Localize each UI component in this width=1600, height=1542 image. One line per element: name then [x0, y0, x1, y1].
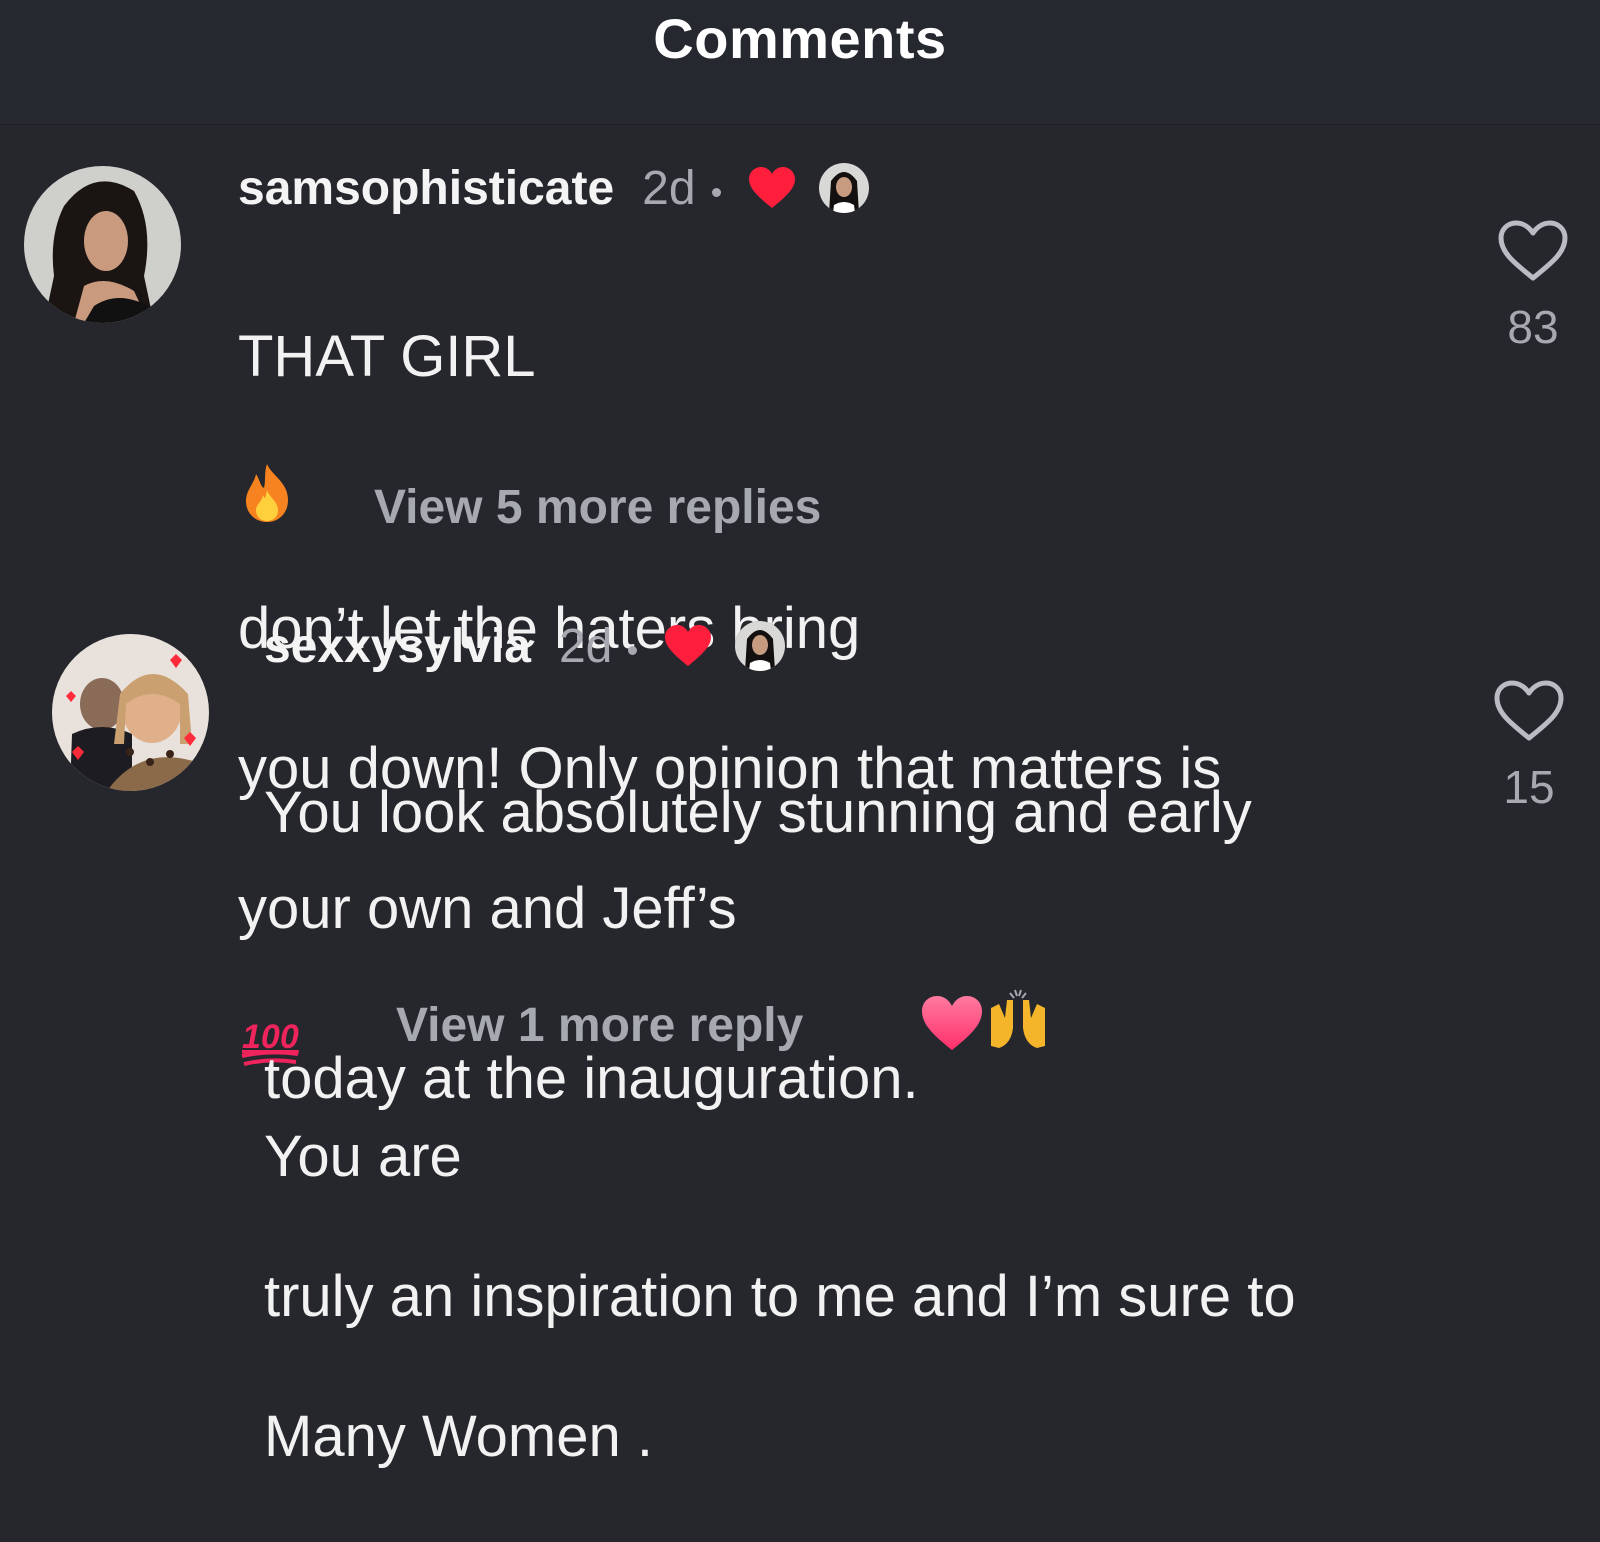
like-count: 15	[1503, 761, 1555, 813]
comment-item: samsophisticate 2d THAT GIRL don’t let t…	[0, 124, 1600, 1066]
author-avatar	[818, 163, 869, 213]
username[interactable]: sexxysylvia	[264, 619, 531, 674]
username[interactable]: samsophisticate	[238, 161, 614, 216]
pink-heart-emoji	[919, 924, 985, 1122]
timestamp: 2d	[558, 619, 613, 673]
avatar[interactable]	[52, 634, 209, 791]
separator-dot	[711, 187, 721, 197]
comment-text-line: You look absolutely stunning and early	[264, 780, 1252, 845]
separator-dot	[628, 645, 638, 655]
like-button[interactable]: 83	[1488, 220, 1578, 354]
comment-meta: sexxysylvia 2d	[264, 618, 786, 674]
heart-outline-icon[interactable]	[1493, 680, 1565, 742]
red-heart-icon	[747, 166, 797, 210]
page-title: Comments	[653, 7, 947, 70]
heart-outline-icon[interactable]	[1497, 220, 1569, 282]
like-button[interactable]: 15	[1484, 680, 1574, 814]
comment-meta: samsophisticate 2d	[238, 160, 869, 216]
comment-text-line: truly an inspiration to me and I’m sure …	[264, 1264, 1296, 1329]
comment-text: You look absolutely stunning and early t…	[264, 708, 1424, 1542]
comment-text-part: THAT GIRL	[238, 324, 536, 389]
author-avatar	[735, 621, 786, 671]
fire-emoji	[238, 392, 296, 594]
avatar[interactable]	[24, 166, 181, 323]
like-count: 83	[1507, 301, 1559, 353]
comment-text-part: You are	[264, 1124, 462, 1189]
comments-header: Comments	[0, 0, 1600, 125]
timestamp: 2d	[642, 161, 696, 215]
comment-item: sexxysylvia 2d You look absolutely stunn…	[0, 604, 1600, 1469]
red-heart-icon	[663, 624, 713, 668]
view-replies-link[interactable]: View 1 more reply	[396, 998, 803, 1053]
raising-hands-emoji	[985, 918, 1051, 1122]
view-replies-link[interactable]: View 5 more replies	[374, 480, 821, 535]
comment-text-line: Many Women .	[264, 1404, 653, 1469]
comment-text-part: today at the inauguration.	[264, 1046, 919, 1111]
